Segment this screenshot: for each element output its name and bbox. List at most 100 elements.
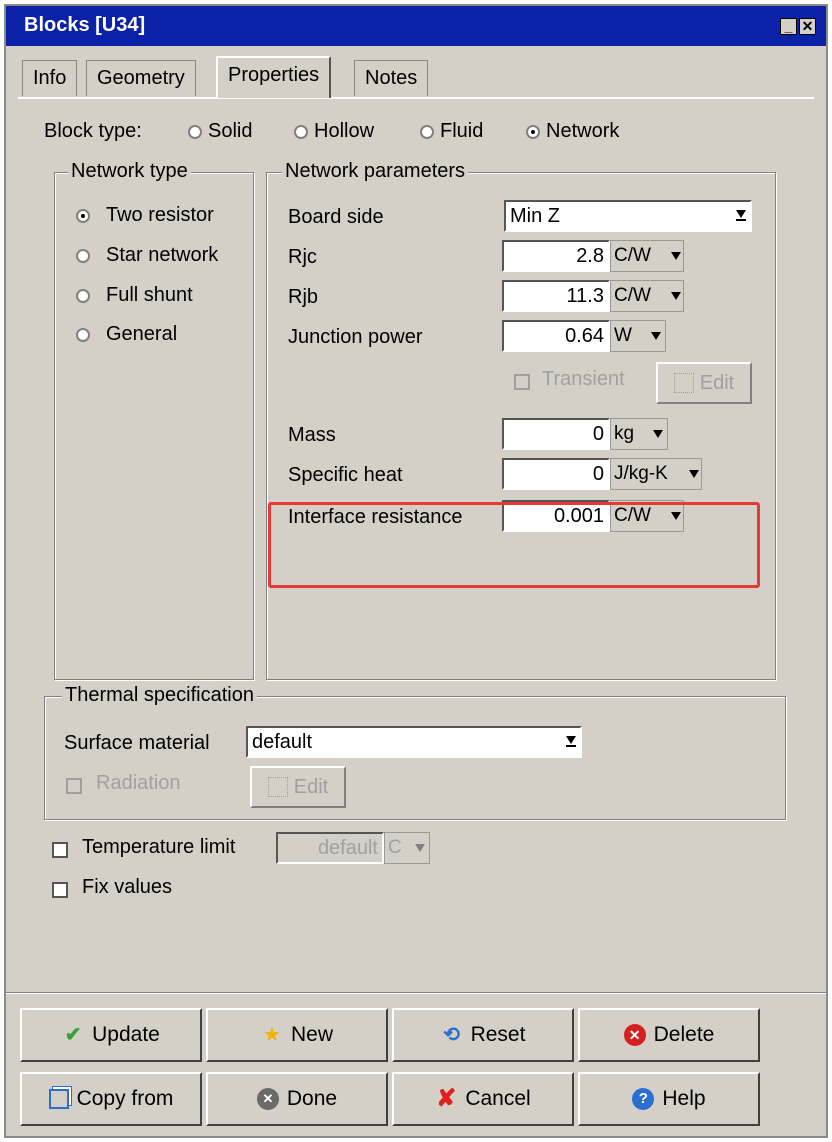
mass-unit: kg [614,423,635,444]
thermal-spec-title: Thermal specification [62,684,257,707]
tab-notes[interactable]: Notes [354,60,429,96]
done-button[interactable]: ✕ Done [206,1072,388,1126]
check-icon: ✔ [64,1024,82,1046]
edit-icon [267,777,288,797]
specific-heat-input[interactable]: 0 [502,458,610,490]
chevron-down-icon [566,736,576,750]
temperature-limit-input[interactable]: default [276,832,384,864]
radio-full-shunt-label[interactable]: Full shunt [106,284,193,307]
network-params-title: Network parameters [282,160,469,183]
chevron-down-icon [415,844,425,852]
chevron-down-icon [689,470,699,478]
tab-info[interactable]: Info [22,60,78,96]
star-icon: ★ [263,1024,281,1046]
radio-fluid[interactable] [420,125,434,139]
mass-input[interactable]: 0 [502,418,610,450]
radiation-label: Radiation [96,772,181,794]
junction-power-label: Junction power [288,326,423,348]
new-label: New [290,1023,333,1046]
title-bar: Blocks [U34] _ ✕ [6,6,826,46]
rjb-unit: C/W [614,285,651,306]
window-title: Blocks [U34] [24,14,146,36]
rjc-unit-select[interactable]: C/W [610,240,684,272]
button-separator [6,992,826,994]
delete-icon: ✕ [623,1024,646,1046]
cancel-button[interactable]: ✘ Cancel [392,1072,574,1126]
reset-label: Reset [470,1023,526,1046]
radiation-edit-label: Edit [293,775,329,798]
fix-values-label: Fix values [82,876,173,898]
tab-divider [18,97,814,99]
board-side-value: Min Z [510,205,560,227]
rjb-label: Rjb [288,286,319,308]
radio-two-resistor-label[interactable]: Two resistor [106,204,214,227]
transient-checkbox[interactable] [514,374,530,390]
specific-heat-unit-select[interactable]: J/kg-K [610,458,702,490]
transient-edit-button[interactable]: Edit [656,362,752,404]
radio-star-network[interactable] [76,249,90,263]
refresh-icon: ⟲ [443,1024,460,1046]
radio-fluid-label[interactable]: Fluid [440,120,483,143]
mass-unit-select[interactable]: kg [610,418,668,450]
close-icon[interactable]: ✕ [799,18,816,35]
junction-power-input[interactable]: 0.64 [502,320,610,352]
rjc-unit: C/W [614,245,651,266]
specific-heat-label: Specific heat [288,464,403,486]
radio-two-resistor[interactable] [76,209,90,223]
copy-from-button[interactable]: Copy from [20,1072,202,1126]
blocks-dialog: Blocks [U34] _ ✕ Info Geometry Propertie… [4,4,828,1138]
help-icon: ? [632,1088,655,1110]
cancel-label: Cancel [465,1087,531,1110]
update-button[interactable]: ✔ Update [20,1008,202,1062]
new-button[interactable]: ★ New [206,1008,388,1062]
thermal-spec-group [44,696,786,820]
chevron-down-icon [671,292,681,300]
rjb-input[interactable]: 11.3 [502,280,610,312]
radio-network-label[interactable]: Network [546,120,619,143]
radio-general[interactable] [76,328,90,342]
radio-network[interactable] [526,125,540,139]
radio-hollow[interactable] [294,125,308,139]
radio-full-shunt[interactable] [76,289,90,303]
network-type-title: Network type [68,160,191,183]
tab-geometry[interactable]: Geometry [86,60,196,96]
edit-icon [673,373,694,393]
temperature-limit-unit-select[interactable]: C [384,832,430,864]
radiation-edit-button[interactable]: Edit [250,766,346,808]
board-side-label: Board side [288,206,384,228]
specific-heat-unit: J/kg-K [614,463,668,484]
rjc-input[interactable]: 2.8 [502,240,610,272]
delete-button[interactable]: ✕ Delete [578,1008,760,1062]
radio-general-label[interactable]: General [106,323,177,346]
radio-star-network-label[interactable]: Star network [106,244,218,267]
junction-power-unit-select[interactable]: W [610,320,666,352]
cancel-icon: ✘ [436,1085,457,1112]
rjb-unit-select[interactable]: C/W [610,280,684,312]
fix-values-checkbox[interactable] [52,882,68,898]
reset-button[interactable]: ⟲ Reset [392,1008,574,1062]
radio-hollow-label[interactable]: Hollow [314,120,374,143]
copy-icon [48,1089,69,1109]
chevron-down-icon [653,430,663,438]
transient-label: Transient [542,368,625,390]
delete-label: Delete [653,1023,715,1046]
radio-solid-label[interactable]: Solid [208,120,252,143]
temperature-limit-label: Temperature limit [82,836,236,858]
rjc-label: Rjc [288,246,317,268]
minimize-icon[interactable]: _ [780,18,797,35]
help-button[interactable]: ? Help [578,1072,760,1126]
board-side-select[interactable]: Min Z [504,200,752,232]
highlight-box [268,502,760,588]
help-label: Help [662,1087,706,1110]
chevron-down-icon [736,210,746,224]
copy-from-label: Copy from [76,1087,174,1110]
update-label: Update [92,1023,160,1046]
surface-material-select[interactable]: default [246,726,582,758]
tab-properties[interactable]: Properties [216,56,332,98]
radio-solid[interactable] [188,125,202,139]
radiation-checkbox[interactable] [66,778,82,794]
transient-edit-label: Edit [699,371,735,394]
temperature-limit-checkbox[interactable] [52,842,68,858]
junction-power-unit: W [614,325,632,346]
surface-material-value: default [252,731,313,753]
